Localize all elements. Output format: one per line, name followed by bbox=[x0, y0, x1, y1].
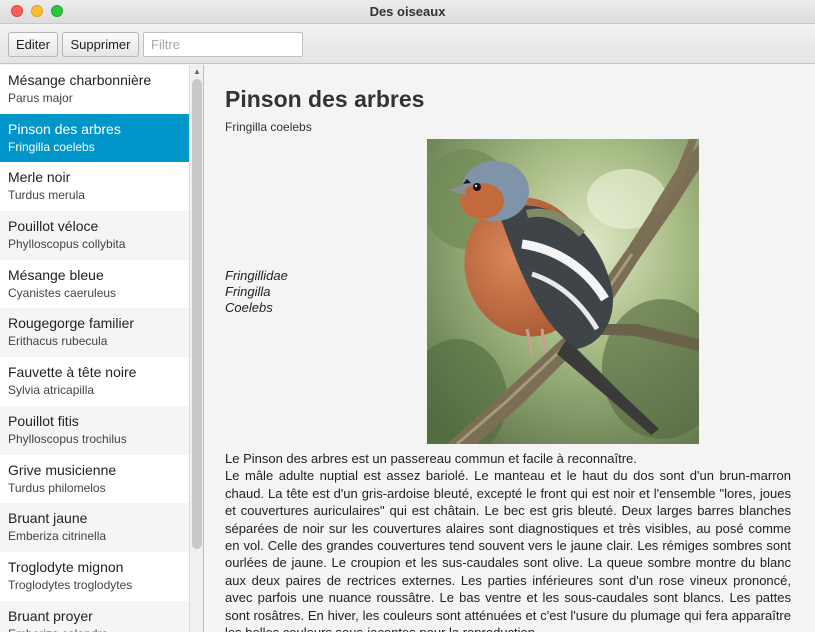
bird-list-panel: Mésange charbonnière Parus major Pinson de… bbox=[0, 65, 204, 632]
bird-title: Pinson des arbres bbox=[225, 86, 425, 112]
detail-panel: Pinson des arbres Fringilla coelebs Frin… bbox=[205, 65, 815, 632]
scrollbar-thumb[interactable] bbox=[192, 79, 202, 549]
list-item[interactable]: Mésange bleue Cyanistes caeruleus bbox=[0, 260, 189, 309]
taxonomy-block: Fringillidae Fringilla Coelebs bbox=[225, 268, 288, 316]
bird-name: Merle noir bbox=[8, 169, 71, 186]
bird-name: Grive musicienne bbox=[8, 461, 117, 478]
species-label: Coelebs bbox=[225, 300, 273, 315]
bird-latin: Erithacus rubecula bbox=[8, 334, 108, 349]
bird-name: Rougegorge familier bbox=[8, 315, 135, 332]
family-label: Fringillidae bbox=[225, 268, 288, 283]
title-bar: Des oiseaux bbox=[0, 0, 815, 24]
bird-latin: Sylvia atricapilla bbox=[8, 383, 95, 398]
list-item[interactable]: Mésange charbonnière Parus major bbox=[0, 65, 189, 114]
scroll-up-arrow-icon[interactable]: ▲ bbox=[190, 65, 203, 78]
list-item[interactable]: Bruant jaune Emberiza citrinella bbox=[0, 503, 189, 552]
app-window: Des oiseaux Editer Supprimer Mésange cha… bbox=[0, 0, 815, 632]
bird-photo bbox=[427, 139, 699, 444]
list-item[interactable]: Merle noir Turdus merula bbox=[0, 162, 189, 211]
bird-name: Troglodyte mignon bbox=[8, 558, 124, 575]
bird-latin: Phylloscopus collybita bbox=[8, 237, 126, 252]
bird-latin: Phylloscopus trochilus bbox=[8, 431, 127, 446]
description-body: Le mâle adulte nuptial est assez bariolé… bbox=[225, 468, 791, 632]
bird-name: Pinson des arbres bbox=[8, 120, 121, 137]
toolbar: Editer Supprimer bbox=[0, 25, 815, 64]
bird-list[interactable]: Mésange charbonnière Parus major Pinson de… bbox=[0, 65, 189, 632]
bird-name: Bruant jaune bbox=[8, 510, 88, 527]
list-item[interactable]: Troglodyte mignon Troglodytes troglodytes bbox=[0, 552, 189, 601]
list-scrollbar[interactable]: ▲ bbox=[189, 65, 203, 632]
genus-label: Fringilla bbox=[225, 284, 271, 299]
edit-button[interactable]: Editer bbox=[8, 32, 58, 57]
window-title: Des oiseaux bbox=[369, 4, 446, 19]
bird-name: Mésange charbonnière bbox=[8, 72, 152, 88]
bird-name: Bruant proyer bbox=[8, 607, 93, 624]
bird-latin: Cyanistes caeruleus bbox=[8, 285, 117, 300]
delete-button[interactable]: Supprimer bbox=[62, 32, 139, 57]
bird-latin: Emberiza citrinella bbox=[8, 529, 107, 544]
bird-name: Pouillot fitis bbox=[8, 412, 79, 429]
bird-name: Fauvette à tête noire bbox=[8, 364, 137, 381]
list-item[interactable]: Fauvette à tête noire Sylvia atricapilla bbox=[0, 357, 189, 406]
bird-latin: Emberiza calandra bbox=[8, 625, 189, 632]
bird-description: Le Pinson des arbres est un passereau co… bbox=[225, 450, 791, 632]
bird-name: Mésange bleue bbox=[8, 266, 104, 283]
list-item[interactable]: Pinson des arbres Fringilla coelebs bbox=[0, 113, 189, 163]
list-item[interactable]: Bruant proyerEmberiza calandra bbox=[0, 600, 189, 632]
filter-input[interactable] bbox=[143, 32, 303, 57]
bird-latin: Turdus merula bbox=[8, 188, 85, 203]
bird-latin: Parus major bbox=[8, 91, 73, 105]
list-item[interactable]: Rougegorge familier Erithacus rubecula bbox=[0, 308, 189, 358]
bird-latin-name: Fringilla coelebs bbox=[225, 120, 312, 134]
list-item[interactable]: Pouillot fitis Phylloscopus trochilus bbox=[0, 405, 189, 455]
bird-latin: Turdus philomelos bbox=[8, 480, 106, 495]
description-intro: Le Pinson des arbres est un passereau co… bbox=[225, 451, 637, 466]
bird-latin: Fringilla coelebs bbox=[8, 139, 95, 154]
bird-latin: Troglodytes troglodytes bbox=[8, 577, 133, 592]
list-item[interactable]: Grive musicienne Turdus philomelos bbox=[0, 455, 189, 504]
list-item[interactable]: Pouillot véloce Phylloscopus collybita bbox=[0, 211, 189, 260]
bird-name: Pouillot véloce bbox=[8, 218, 99, 235]
